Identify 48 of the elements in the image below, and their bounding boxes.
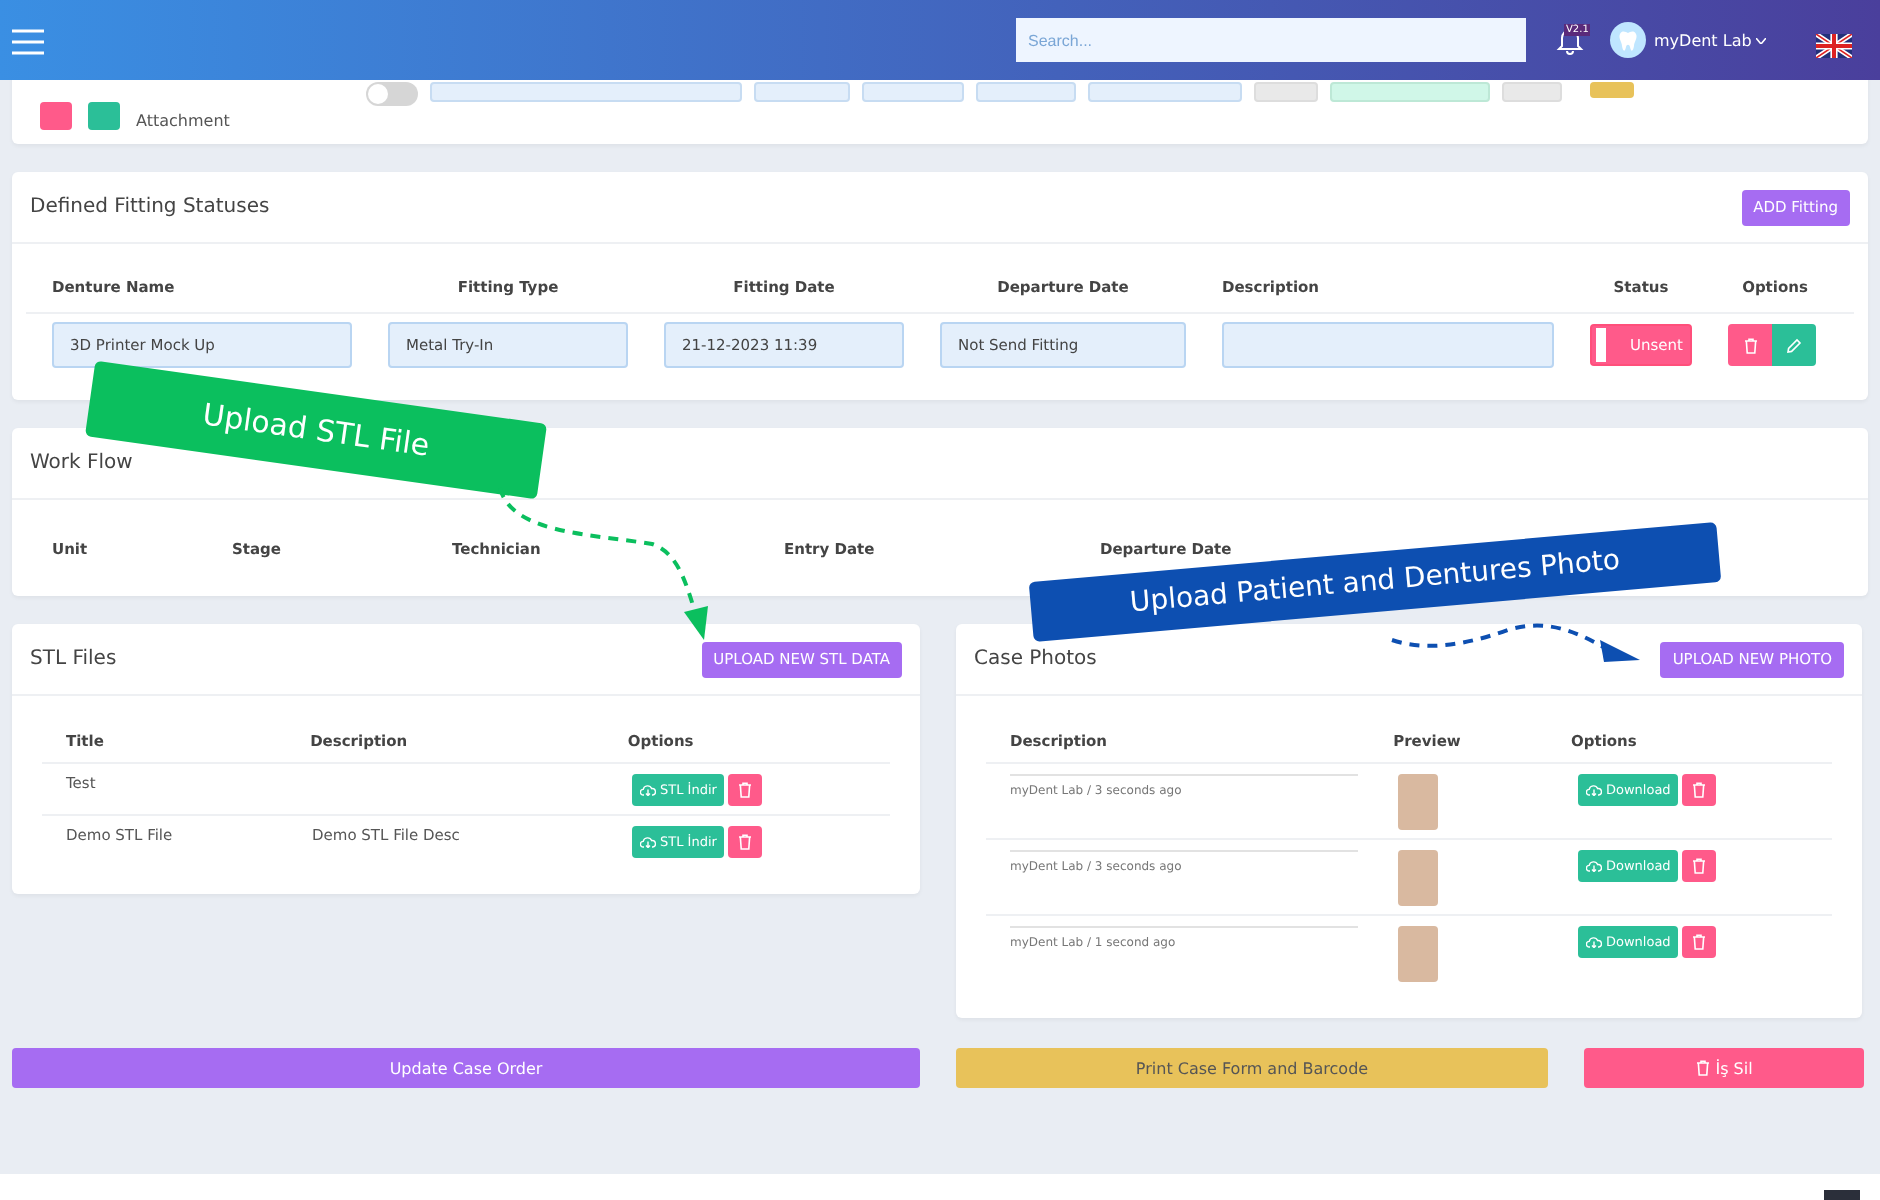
input-field[interactable] <box>1501 82 1562 102</box>
photo-placeholder <box>1398 926 1438 982</box>
toggle-switch[interactable] <box>365 82 418 106</box>
cloud-download-icon <box>640 784 656 796</box>
input-field[interactable] <box>861 82 964 102</box>
trash-icon <box>1743 337 1757 353</box>
search-field[interactable]: Search... <box>1016 18 1526 62</box>
trash-icon <box>738 834 753 850</box>
scroll-top-button[interactable] <box>1824 1190 1860 1200</box>
delete-button[interactable] <box>1682 774 1717 806</box>
photo-placeholder <box>1398 774 1438 830</box>
delete-button[interactable] <box>1682 926 1717 958</box>
trash-icon <box>1695 1060 1710 1076</box>
pencil-icon <box>1786 337 1802 353</box>
cloud-download-icon <box>1586 936 1602 948</box>
delete-button[interactable] <box>728 774 763 806</box>
card-title: STL Files <box>30 648 117 670</box>
input-field[interactable] <box>1329 82 1490 102</box>
cloud-download-icon <box>1586 784 1602 796</box>
cloud-download-icon <box>1586 860 1602 872</box>
avatar[interactable] <box>1610 22 1646 58</box>
input-field[interactable] <box>1253 82 1318 102</box>
action-button[interactable] <box>1589 82 1634 98</box>
cloud-download-icon <box>640 836 656 848</box>
delete-button[interactable] <box>1682 850 1717 882</box>
menu-icon[interactable] <box>12 26 44 54</box>
caret-icon <box>1755 37 1766 43</box>
update-button[interactable]: Update Case Order <box>12 1048 920 1088</box>
trash-icon <box>1692 782 1707 798</box>
flag-icon[interactable] <box>1816 28 1852 52</box>
delete-button[interactable] <box>1728 324 1772 366</box>
card-title: Case Photos <box>974 648 1097 670</box>
input-field[interactable] <box>1222 322 1554 368</box>
trash-icon <box>1692 934 1707 950</box>
input-field[interactable] <box>753 82 850 102</box>
input-field[interactable] <box>975 82 1076 102</box>
item-label: Attachment <box>136 114 230 130</box>
user-menu[interactable]: myDent Lab <box>1654 31 1766 49</box>
edit-button[interactable] <box>1772 324 1816 366</box>
card-title: Defined Fitting Statuses <box>30 196 270 218</box>
input-field[interactable] <box>429 82 742 102</box>
trash-icon <box>738 782 753 798</box>
trash-icon <box>1692 858 1707 874</box>
input-field[interactable] <box>1087 82 1242 102</box>
print-button[interactable]: Print Case Form and Barcode <box>956 1048 1548 1088</box>
photo-placeholder <box>1398 850 1438 906</box>
delete-button[interactable] <box>728 826 763 858</box>
delete-button[interactable]: İş Sil <box>1584 1048 1864 1088</box>
